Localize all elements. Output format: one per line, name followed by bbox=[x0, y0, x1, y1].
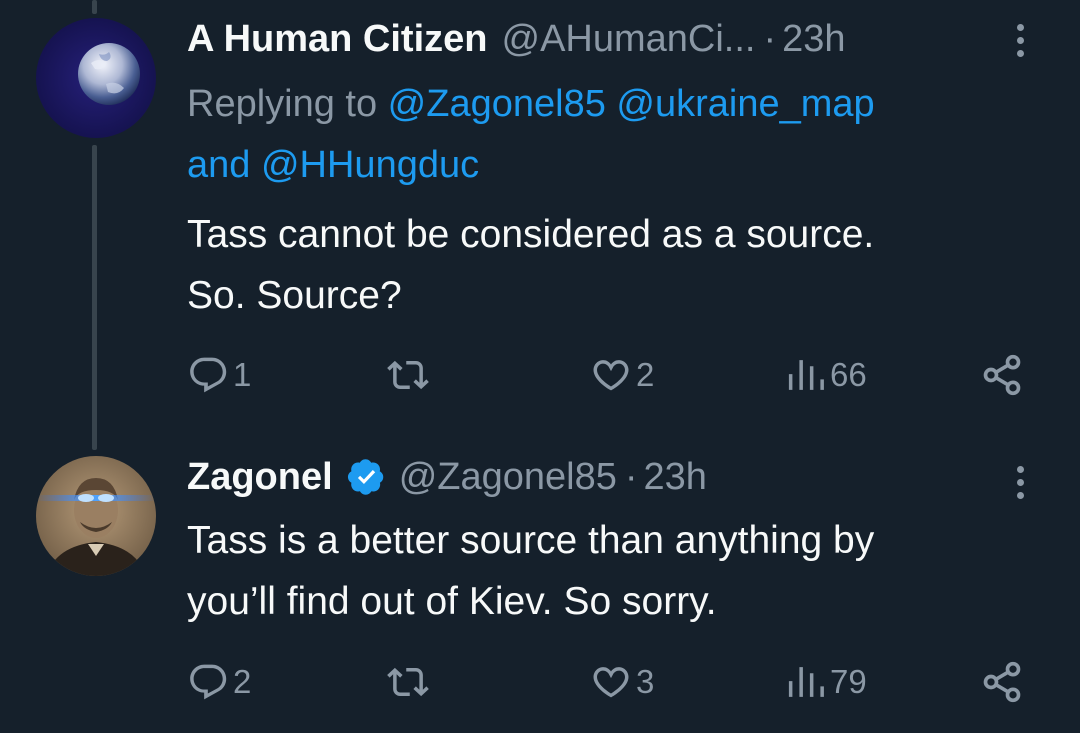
author-handle[interactable]: @Zagonel85 bbox=[399, 456, 617, 499]
share-icon bbox=[983, 354, 1021, 396]
tweet-text: Tass is a better source than anything by… bbox=[187, 510, 1027, 632]
views-icon bbox=[788, 667, 824, 697]
tweet-text-line: Tass cannot be considered as a source. bbox=[187, 213, 875, 256]
like-icon bbox=[593, 667, 629, 698]
reply-icon bbox=[190, 664, 227, 700]
mention-link[interactable]: @ukraine_map bbox=[616, 83, 874, 125]
avatar[interactable] bbox=[36, 456, 156, 576]
tweet-text: Tass cannot be considered as a source. S… bbox=[187, 204, 1027, 326]
repost-icon bbox=[387, 360, 429, 390]
tweet-item[interactable]: Zagonel @Zagonel85 · 23h Tass is a bette… bbox=[0, 440, 1080, 733]
earth-moon-avatar-image bbox=[36, 18, 156, 138]
tweet-header: A Human Citizen @AHumanCi... · 23h bbox=[187, 14, 1020, 64]
reply-count: 2 bbox=[233, 663, 252, 700]
mention-link[interactable]: @Zagonel85 bbox=[388, 83, 606, 125]
timestamp[interactable]: 23h bbox=[644, 456, 707, 499]
reply-count: 1 bbox=[233, 356, 252, 393]
separator-dot: · bbox=[624, 455, 638, 498]
reply-button[interactable]: 2 bbox=[187, 657, 251, 707]
avatar[interactable] bbox=[36, 18, 156, 138]
repost-button[interactable] bbox=[387, 350, 433, 400]
share-button[interactable] bbox=[980, 657, 1024, 707]
separator-dot: · bbox=[763, 17, 777, 60]
tweet-text-line: So. Source? bbox=[187, 274, 402, 317]
like-icon bbox=[593, 360, 629, 391]
views-count: 66 bbox=[830, 356, 867, 393]
timestamp[interactable]: 23h bbox=[782, 18, 845, 61]
mention-link[interactable]: @HHungduc bbox=[261, 144, 479, 186]
tweet-text-line: Tass is a better source than anything by bbox=[187, 519, 875, 562]
replying-to: Replying to @Zagonel85 @ukraine_map and … bbox=[187, 74, 1017, 196]
replying-to-label: Replying to bbox=[187, 83, 388, 125]
reply-button[interactable]: 1 bbox=[187, 350, 251, 400]
tweet-item[interactable]: A Human Citizen @AHumanCi... · 23h Reply… bbox=[0, 0, 1080, 420]
action-bar: 1 2 66 bbox=[187, 350, 1032, 400]
more-icon[interactable] bbox=[1000, 10, 1040, 70]
verified-badge-icon[interactable] bbox=[347, 458, 385, 496]
like-count: 2 bbox=[636, 356, 655, 393]
mention-joiner[interactable]: and bbox=[187, 144, 250, 186]
more-icon[interactable] bbox=[1000, 452, 1040, 512]
tweet-text-line: you’ll find out of Kiev. So sorry. bbox=[187, 580, 717, 623]
author-name[interactable]: A Human Citizen bbox=[187, 18, 488, 61]
views-button[interactable]: 66 bbox=[784, 350, 867, 400]
tweet-header: Zagonel @Zagonel85 · 23h bbox=[187, 452, 1020, 502]
author-name[interactable]: Zagonel bbox=[187, 456, 333, 499]
like-button[interactable]: 2 bbox=[590, 350, 654, 400]
action-bar: 2 3 79 bbox=[187, 657, 1032, 707]
share-icon bbox=[983, 661, 1021, 703]
repost-icon bbox=[387, 667, 429, 697]
repost-button[interactable] bbox=[387, 657, 433, 707]
share-button[interactable] bbox=[980, 350, 1024, 400]
like-button[interactable]: 3 bbox=[590, 657, 654, 707]
views-button[interactable]: 79 bbox=[784, 657, 867, 707]
views-icon bbox=[788, 360, 824, 390]
reply-icon bbox=[190, 357, 227, 393]
views-count: 79 bbox=[830, 663, 867, 700]
like-count: 3 bbox=[636, 663, 655, 700]
portrait-laser-eyes-avatar-image bbox=[36, 456, 156, 576]
author-handle[interactable]: @AHumanCi... bbox=[502, 18, 756, 61]
